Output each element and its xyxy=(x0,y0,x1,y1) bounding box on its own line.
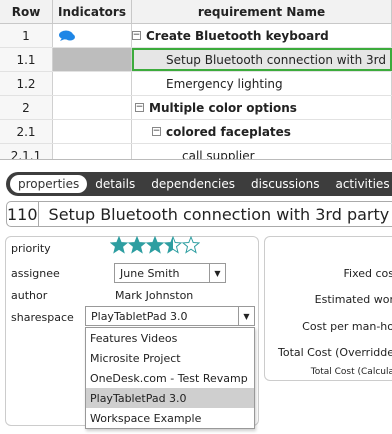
total-cost-calc-label: Total Cost (Calcula xyxy=(310,367,392,377)
row-number: 2.1 xyxy=(0,120,53,143)
star-icon[interactable] xyxy=(146,236,164,254)
sharespace-value: PlayTabletPad 3.0 xyxy=(91,309,188,323)
requirement-name-cell[interactable]: − colored faceplates xyxy=(132,120,392,143)
sharespace-option[interactable]: Workspace Example xyxy=(86,408,254,428)
detail-tabs: properties details dependencies discussi… xyxy=(6,172,392,196)
row-number: 2 xyxy=(0,96,53,119)
tab-discussions[interactable]: discussions xyxy=(243,175,327,193)
sharespace-option[interactable]: Microsite Project xyxy=(86,348,254,368)
item-id: 110 xyxy=(7,202,39,226)
assignee-select[interactable]: June Smith ▼ xyxy=(114,263,226,283)
tab-activities[interactable]: activities xyxy=(327,175,392,193)
row-number: 1.2 xyxy=(0,72,53,95)
assignee-value: June Smith xyxy=(120,266,180,280)
table-row[interactable]: 2.1 − colored faceplates xyxy=(0,120,392,144)
indicator-cell xyxy=(53,24,132,47)
requirements-grid: Row Indicators requirement Name 1 − Crea… xyxy=(0,0,392,160)
fixed-cost-label: Fixed cos xyxy=(343,267,392,280)
header-requirement-name[interactable]: requirement Name xyxy=(132,0,392,23)
indicator-cell xyxy=(53,72,132,95)
sharespace-dropdown: Features Videos Microsite Project OneDes… xyxy=(85,327,255,429)
indicator-cell xyxy=(53,96,132,119)
cost-per-hour-label: Cost per man-ho xyxy=(302,320,392,333)
star-icon[interactable] xyxy=(110,236,128,254)
indicator-cell xyxy=(53,144,132,159)
grid-header: Row Indicators requirement Name xyxy=(0,0,392,24)
requirement-name-cell[interactable]: call supplier xyxy=(132,144,392,160)
sharespace-option-selected[interactable]: PlayTabletPad 3.0 xyxy=(86,388,254,408)
row-number: 1 xyxy=(0,24,53,47)
tab-details[interactable]: details xyxy=(87,175,143,193)
header-row[interactable]: Row xyxy=(0,0,53,23)
item-title-field[interactable]: Setup Bluetooth connection with 3rd part… xyxy=(39,205,392,224)
sharespace-label: sharespace xyxy=(11,311,74,324)
requirement-name: call supplier xyxy=(182,148,255,160)
requirement-name: colored faceplates xyxy=(166,124,291,139)
requirement-name-cell[interactable]: − Create Bluetooth keyboard xyxy=(132,24,392,47)
tab-properties[interactable]: properties xyxy=(10,175,88,193)
requirement-name-cell[interactable]: − Multiple color options xyxy=(132,96,392,119)
requirement-name: Emergency lighting xyxy=(166,76,283,91)
item-title-bar: 110 Setup Bluetooth connection with 3rd … xyxy=(6,201,392,227)
sharespace-option[interactable]: OneDesk.com - Test Revamp xyxy=(86,368,254,388)
table-row[interactable]: 1.2 Emergency lighting xyxy=(0,72,392,96)
requirement-name: Setup Bluetooth connection with 3rd part… xyxy=(166,52,390,67)
estimated-work-label: Estimated wor xyxy=(314,293,392,306)
table-row[interactable]: 1 − Create Bluetooth keyboard xyxy=(0,24,392,48)
priority-rating[interactable] xyxy=(110,236,200,254)
requirement-name: Create Bluetooth keyboard xyxy=(146,28,329,43)
chevron-down-icon[interactable]: ▼ xyxy=(209,264,225,282)
sharespace-select[interactable]: PlayTabletPad 3.0 ▼ xyxy=(85,306,255,326)
total-cost-override-label: Total Cost (Overridde xyxy=(277,346,392,359)
star-icon[interactable] xyxy=(182,236,200,254)
star-icon[interactable] xyxy=(128,236,146,254)
header-indicators[interactable]: Indicators xyxy=(53,0,132,23)
tab-dependencies[interactable]: dependencies xyxy=(143,175,243,193)
row-number: 1.1 xyxy=(0,48,53,71)
priority-label: priority xyxy=(11,242,51,255)
cost-labels: Fixed cos Estimated wor Cost per man-ho … xyxy=(264,236,392,381)
row-number: 2.1.1 xyxy=(0,144,53,159)
assignee-label: assignee xyxy=(11,267,60,280)
requirement-name-cell-selected[interactable]: Setup Bluetooth connection with 3rd part… xyxy=(132,48,392,71)
author-label: author xyxy=(11,289,48,302)
requirement-name: Multiple color options xyxy=(149,100,297,115)
table-row[interactable]: 2 − Multiple color options xyxy=(0,96,392,120)
author-value: Mark Johnston xyxy=(115,289,194,302)
indicator-cell xyxy=(53,120,132,143)
chevron-down-icon[interactable]: ▼ xyxy=(238,307,254,325)
requirement-name-cell[interactable]: Emergency lighting xyxy=(132,72,392,95)
discussion-icon[interactable] xyxy=(58,30,76,42)
collapse-toggle[interactable]: − xyxy=(135,103,144,112)
indicator-cell xyxy=(53,48,132,71)
collapse-toggle[interactable]: − xyxy=(152,127,161,136)
sharespace-option[interactable]: Features Videos xyxy=(86,328,254,348)
collapse-toggle[interactable]: − xyxy=(132,31,141,40)
table-row[interactable]: 2.1.1 call supplier xyxy=(0,144,392,160)
table-row[interactable]: 1.1 Setup Bluetooth connection with 3rd … xyxy=(0,48,392,72)
star-icon[interactable] xyxy=(164,236,182,254)
